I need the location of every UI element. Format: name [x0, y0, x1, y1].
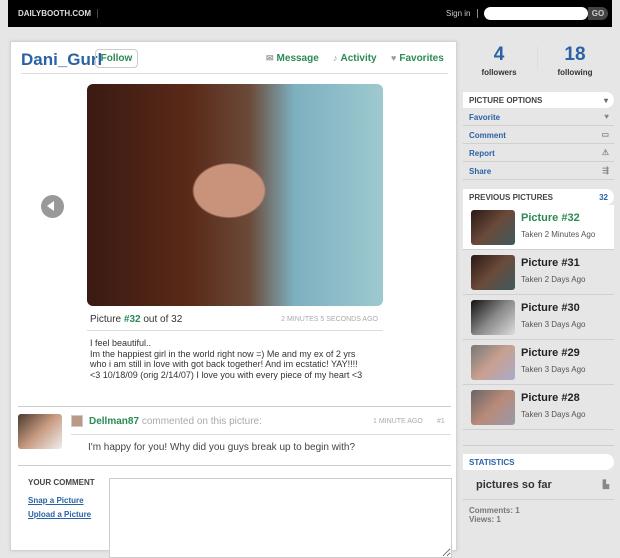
snap-picture-link[interactable]: Snap a Picture [28, 496, 84, 505]
divider [18, 406, 451, 407]
comment-textarea[interactable] [109, 478, 452, 558]
thumbnail [471, 345, 515, 380]
comment-option[interactable]: Comment ▭ [463, 126, 614, 144]
commenter-avatar[interactable] [18, 414, 62, 449]
search-input[interactable] [484, 7, 588, 20]
heart-icon: ♥ [604, 112, 609, 121]
thumbnail [471, 390, 515, 425]
share-option[interactable]: Share ⇶ [463, 162, 614, 180]
warning-icon: ⚠ [601, 148, 609, 157]
activity-link[interactable]: ♪ Activity [333, 53, 377, 64]
message-link[interactable]: ✉ Message [266, 53, 319, 64]
previous-pictures: PREVIOUS PICTURES 32 Picture #32 Taken 2 M… [463, 189, 614, 430]
main-panel: Dani_Gurl Follow ✉ Message ♪ Activity ♥ Fav… [10, 41, 457, 558]
heart-icon: ♥ [391, 53, 397, 63]
previous-picture-item[interactable]: Picture #28 Taken 3 Days Ago [463, 385, 614, 430]
favorites-link[interactable]: ♥ Favorites [391, 53, 444, 64]
picture-options-header[interactable]: PICTURE OPTIONS ▾ [463, 92, 614, 108]
picture-options: PICTURE OPTIONS ▾ Favorite ♥ Comment ▭ Repo… [463, 92, 614, 180]
thumbnail [471, 255, 515, 290]
activity-icon: ♪ [333, 53, 338, 63]
divider [21, 73, 448, 74]
username[interactable]: Dani_Gurl [21, 50, 102, 70]
statistics-header: STATISTICS [463, 454, 614, 470]
divider [87, 330, 383, 331]
comment-timestamp: 1 MINUTE AGO [373, 418, 423, 425]
thumbnail [471, 300, 515, 335]
previous-pictures-header: PREVIOUS PICTURES 32 [463, 189, 614, 205]
follow-button[interactable]: Follow [95, 49, 138, 68]
your-comment-heading: YOUR COMMENT [28, 478, 95, 487]
picture-number: Picture #32 out of 32 [90, 314, 183, 325]
stats-details: Comments: 1 Views: 1 [469, 506, 520, 524]
picture-timestamp: 2 MINUTES 5 SECONDS AGO [281, 316, 378, 323]
previous-picture-item[interactable]: Picture #31 Taken 2 Days Ago [463, 250, 614, 295]
previous-picture-item[interactable]: Picture #29 Taken 3 Days Ago [463, 340, 614, 385]
upload-picture-link[interactable]: Upload a Picture [28, 510, 91, 519]
main-photo [87, 84, 383, 306]
report-option[interactable]: Report ⚠ [463, 144, 614, 162]
picture-caption: I feel beautiful.. Im the happiest girl i… [90, 338, 363, 380]
sign-in-link[interactable]: Sign in [446, 9, 479, 18]
statistics: STATISTICS pictures so far ▙ Comments: 1V… [463, 445, 614, 530]
top-bar: DAILYBOOTH.COM Sign in GO [8, 0, 612, 27]
divider [71, 434, 451, 435]
comment-text: I'm happy for you! Why did you guys brea… [88, 442, 356, 453]
previous-picture-item[interactable]: Picture #30 Taken 3 Days Ago [463, 295, 614, 340]
divider [537, 46, 538, 70]
pictures-count: pictures so far ▙ [463, 470, 614, 500]
previous-picture-item[interactable]: Picture #32 Taken 2 Minutes Ago [463, 205, 614, 250]
commenter-small-avatar[interactable] [71, 415, 83, 427]
comment-header: Dellman87 commented on this picture: [89, 416, 262, 427]
favorite-option[interactable]: Favorite ♥ [463, 108, 614, 126]
comment-number: #1 [437, 418, 445, 425]
go-button[interactable]: GO [588, 7, 608, 20]
chevron-down-icon: ▾ [603, 96, 608, 105]
logo[interactable]: DAILYBOOTH.COM [18, 9, 99, 18]
thumbnail [471, 210, 515, 245]
commenter-name[interactable]: Dellman87 [89, 416, 139, 427]
previous-picture-arrow-icon[interactable] [41, 195, 64, 218]
envelope-icon: ✉ [266, 53, 274, 63]
followers-stat[interactable]: 4 followers [464, 44, 534, 78]
chart-icon: ▙ [602, 480, 609, 489]
divider [18, 465, 451, 466]
share-icon: ⇶ [602, 166, 609, 175]
comment-icon: ▭ [601, 130, 609, 139]
following-stat[interactable]: 18 following [540, 44, 610, 78]
